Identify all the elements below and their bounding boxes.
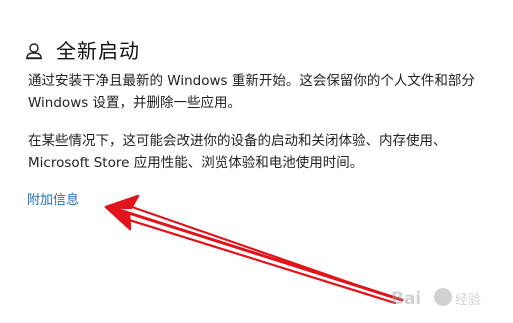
description-line-2: Windows 设置，并删除一些应用。: [28, 95, 242, 111]
benefits-paragraph: 在某些情况下，这可能会改进你的设备的启动和关闭体验、内存使用、 Microsof…: [28, 130, 508, 174]
benefits-line-2: Microsoft Store 应用性能、浏览体验和电池使用时间。: [28, 155, 364, 171]
description-line-1: 通过安装干净且最新的 Windows 重新开始。这会保留你的个人文件和部分: [28, 73, 475, 89]
fresh-start-icon: [24, 41, 44, 61]
section-title: 全新启动: [56, 39, 140, 63]
svg-text:经验: 经验: [455, 292, 481, 308]
benefits-line-1: 在某些情况下，这可能会改进你的设备的启动和关闭体验、内存使用、: [28, 133, 447, 149]
svg-text:Bai: Bai: [391, 289, 421, 309]
description-paragraph: 通过安装干净且最新的 Windows 重新开始。这会保留你的个人文件和部分 Wi…: [28, 70, 508, 114]
watermark-logo: Bai 经验: [391, 288, 481, 309]
section-header: 全新启动: [24, 36, 140, 66]
additional-info-link[interactable]: 附加信息: [27, 191, 79, 211]
